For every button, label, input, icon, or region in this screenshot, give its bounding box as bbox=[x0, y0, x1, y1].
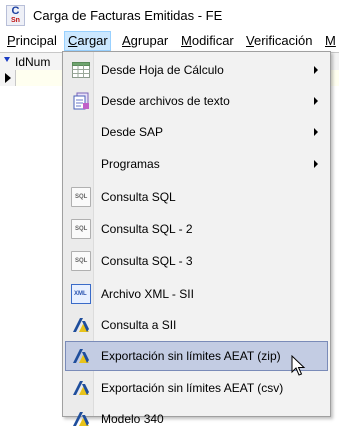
mnemonic-letter: P bbox=[7, 33, 16, 48]
menu-item-consulta-sii[interactable]: Consulta a SII bbox=[65, 310, 328, 340]
menu-item-consulta-sql[interactable]: SQL Consulta SQL bbox=[65, 182, 328, 212]
sql-icon-text: SQL bbox=[75, 258, 88, 264]
menu-item-label: Programas bbox=[101, 157, 160, 171]
menu-item-exportacion-aeat-zip[interactable]: Exportación sin límites AEAT (zip) bbox=[65, 341, 328, 371]
menu-item-modelo-340[interactable]: Modelo 340 bbox=[65, 404, 328, 434]
submenu-arrow-icon bbox=[314, 97, 318, 105]
text-files-icon bbox=[71, 91, 91, 111]
menu-item-label: Exportación sin límites AEAT (zip) bbox=[101, 349, 281, 363]
menu-cargar[interactable]: Cargar bbox=[64, 31, 111, 51]
menu-item-label: Consulta SQL bbox=[101, 190, 176, 204]
sql-icon-text: SQL bbox=[75, 226, 88, 232]
menu-item-programas[interactable]: Programas bbox=[65, 149, 328, 179]
mnemonic-letter: A bbox=[122, 33, 131, 48]
submenu-arrow-icon bbox=[314, 128, 318, 136]
submenu-arrow-icon bbox=[314, 66, 318, 74]
mnemonic-letter: M bbox=[325, 33, 336, 48]
menu-principal-label: Principal bbox=[7, 33, 57, 48]
menu-item-label: Desde Hoja de Cálculo bbox=[101, 63, 224, 77]
aeat-icon bbox=[71, 409, 91, 429]
menu-item-label: Desde SAP bbox=[101, 125, 164, 139]
submenu-arrow-icon bbox=[314, 160, 318, 168]
menu-item-consulta-sql-2[interactable]: SQL Consulta SQL - 2 bbox=[65, 214, 328, 244]
menu-item-label: Exportación sin límites AEAT (csv) bbox=[101, 381, 284, 395]
menu-item-label: Archivo XML - SII bbox=[101, 287, 194, 301]
app-icon-letter-top: C bbox=[11, 5, 20, 17]
sql-icon: SQL bbox=[71, 187, 91, 207]
xml-icon: XML bbox=[71, 284, 91, 304]
app-icon: C Sn bbox=[6, 5, 25, 26]
row-selector[interactable] bbox=[0, 70, 16, 86]
app-icon-letter-bottom: Sn bbox=[11, 17, 20, 24]
mnemonic-letter: V bbox=[246, 33, 254, 48]
menu-item-consulta-sql-3[interactable]: SQL Consulta SQL - 3 bbox=[65, 246, 328, 276]
title-bar: C Sn Carga de Facturas Emitidas - FE bbox=[0, 0, 339, 31]
mnemonic-letter: M bbox=[181, 33, 192, 48]
aeat-icon bbox=[71, 315, 91, 335]
menu-more-label: M bbox=[325, 33, 336, 48]
mouse-cursor-icon bbox=[291, 355, 306, 376]
menu-agrupar[interactable]: Agrupar bbox=[119, 31, 171, 51]
menu-agrupar-label: Agrupar bbox=[122, 33, 169, 48]
spreadsheet-icon bbox=[71, 60, 91, 80]
menu-verificacion-label: Verificación bbox=[246, 33, 313, 48]
menu-modificar-label: Modificar bbox=[181, 33, 234, 48]
menu-item-exportacion-aeat-csv[interactable]: Exportación sin límites AEAT (csv) bbox=[65, 373, 328, 403]
menu-bar: Principal Cargar Agrupar Modificar Verif… bbox=[0, 31, 339, 51]
menu-cargar-label: Cargar bbox=[68, 33, 108, 48]
menu-item-label: Modelo 340 bbox=[101, 412, 164, 426]
xml-icon-text: XML bbox=[74, 291, 87, 297]
mnemonic-letter: C bbox=[68, 33, 78, 48]
menu-item-desde-hoja-calculo[interactable]: Desde Hoja de Cálculo bbox=[65, 55, 328, 85]
menu-modificar[interactable]: Modificar bbox=[178, 31, 237, 51]
menu-item-label: Desde archivos de texto bbox=[101, 94, 230, 108]
menu-item-desde-sap[interactable]: Desde SAP bbox=[65, 117, 328, 147]
window-title: Carga de Facturas Emitidas - FE bbox=[33, 8, 223, 23]
sql-icon-text: SQL bbox=[75, 194, 88, 200]
aeat-icon bbox=[71, 346, 91, 366]
sql-icon: SQL bbox=[71, 219, 91, 239]
menu-verificacion[interactable]: Verificación bbox=[243, 31, 316, 51]
menu-item-label: Consulta SQL - 3 bbox=[101, 254, 193, 268]
menu-item-desde-archivos-texto[interactable]: Desde archivos de texto bbox=[65, 86, 328, 116]
menu-item-label: Consulta a SII bbox=[101, 318, 177, 332]
menu-principal[interactable]: Principal bbox=[4, 31, 60, 51]
menu-item-label: Consulta SQL - 2 bbox=[101, 222, 193, 236]
row-pointer-icon bbox=[5, 73, 11, 83]
menu-item-archivo-xml-sii[interactable]: XML Archivo XML - SII bbox=[65, 279, 328, 309]
menu-more[interactable]: M bbox=[322, 31, 339, 51]
column-header-idnum[interactable]: IdNum bbox=[15, 55, 50, 69]
sort-arrow-icon[interactable] bbox=[4, 57, 10, 62]
aeat-icon bbox=[71, 378, 91, 398]
sql-icon: SQL bbox=[71, 251, 91, 271]
